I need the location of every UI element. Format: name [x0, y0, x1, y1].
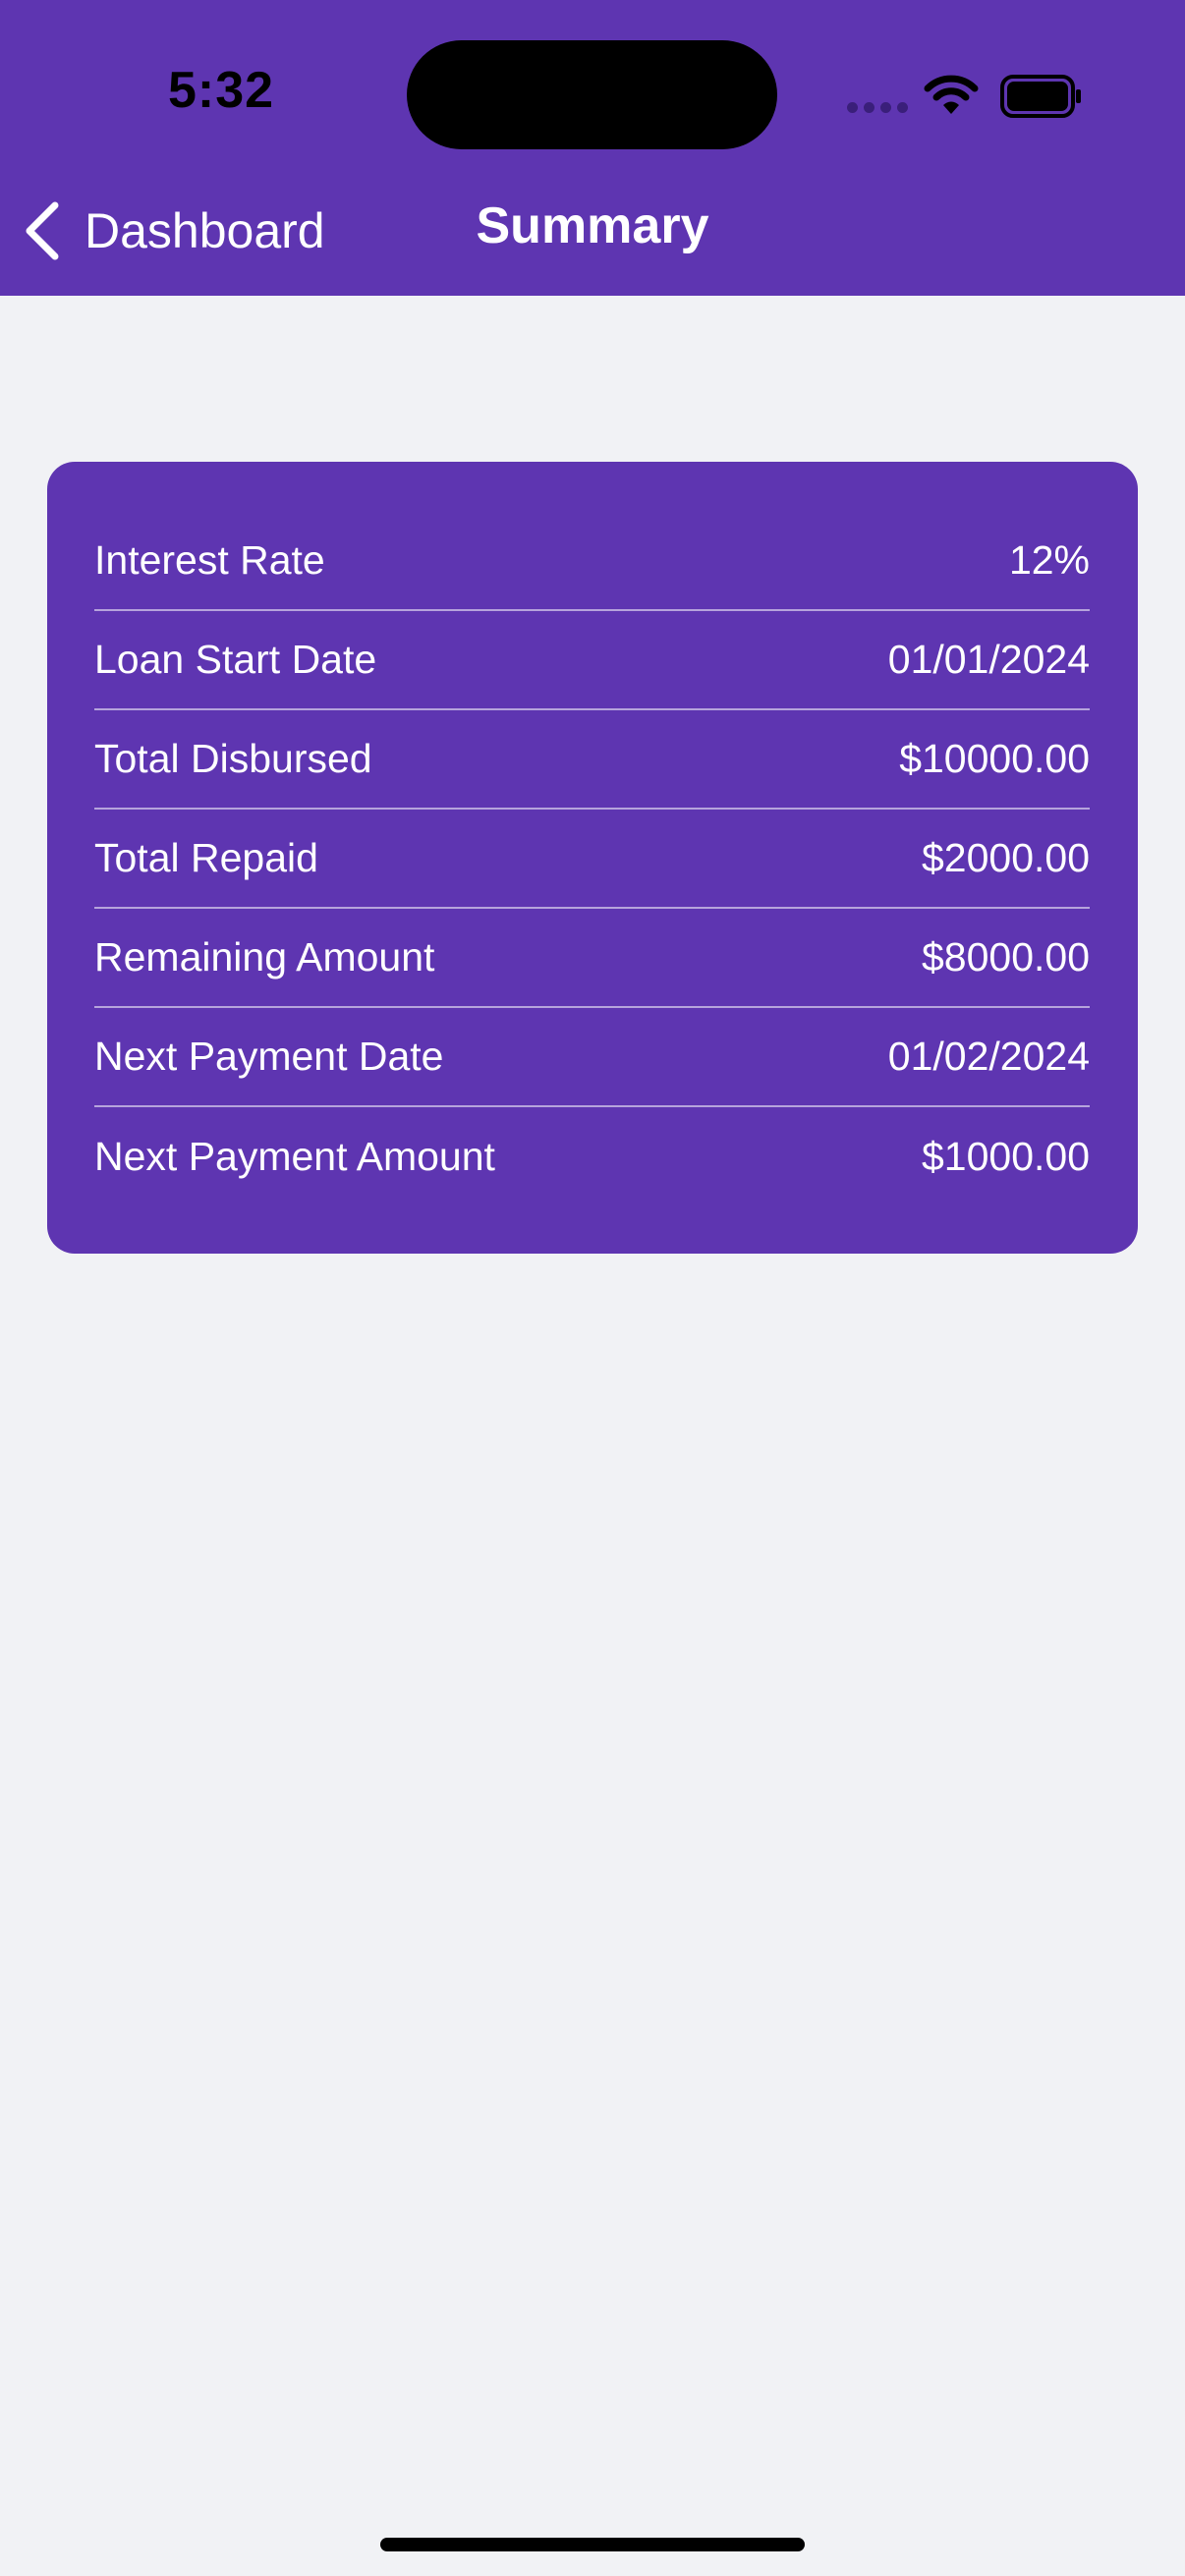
summary-row-remaining-amount: Remaining Amount $8000.00	[94, 909, 1090, 1008]
row-label: Loan Start Date	[94, 637, 377, 682]
row-value: 01/02/2024	[887, 1034, 1090, 1079]
row-value: $2000.00	[921, 835, 1090, 880]
row-value: 01/01/2024	[887, 637, 1090, 682]
status-time: 5:32	[167, 62, 275, 119]
row-label: Remaining Amount	[94, 934, 435, 980]
app-header: 5:32 Dashboard Summary	[0, 0, 1185, 296]
summary-card: Interest Rate 12% Loan Start Date 01/01/…	[47, 462, 1138, 1254]
summary-row-interest-rate: Interest Rate 12%	[94, 512, 1090, 611]
wifi-icon	[924, 75, 979, 114]
row-value: $8000.00	[921, 934, 1090, 980]
row-label: Next Payment Date	[94, 1034, 444, 1079]
battery-icon	[1000, 75, 1081, 118]
cellular-dots-icon	[847, 102, 908, 114]
summary-row-total-disbursed: Total Disbursed $10000.00	[94, 710, 1090, 810]
row-value: $1000.00	[921, 1134, 1090, 1179]
row-label: Interest Rate	[94, 537, 325, 583]
row-value: $10000.00	[899, 736, 1090, 781]
summary-row-total-repaid: Total Repaid $2000.00	[94, 810, 1090, 909]
dynamic-island	[407, 40, 777, 149]
row-label: Next Payment Amount	[94, 1134, 495, 1179]
home-indicator[interactable]	[380, 2538, 805, 2551]
row-value: 12%	[1008, 537, 1090, 583]
page-title: Summary	[476, 197, 709, 254]
summary-list: Interest Rate 12% Loan Start Date 01/01/…	[94, 512, 1090, 1206]
row-label: Total Disbursed	[94, 736, 372, 781]
summary-row-next-payment-date: Next Payment Date 01/02/2024	[94, 1008, 1090, 1107]
summary-row-loan-start-date: Loan Start Date 01/01/2024	[94, 611, 1090, 710]
summary-row-next-payment-amount: Next Payment Amount $1000.00	[94, 1107, 1090, 1206]
row-label: Total Repaid	[94, 835, 318, 880]
